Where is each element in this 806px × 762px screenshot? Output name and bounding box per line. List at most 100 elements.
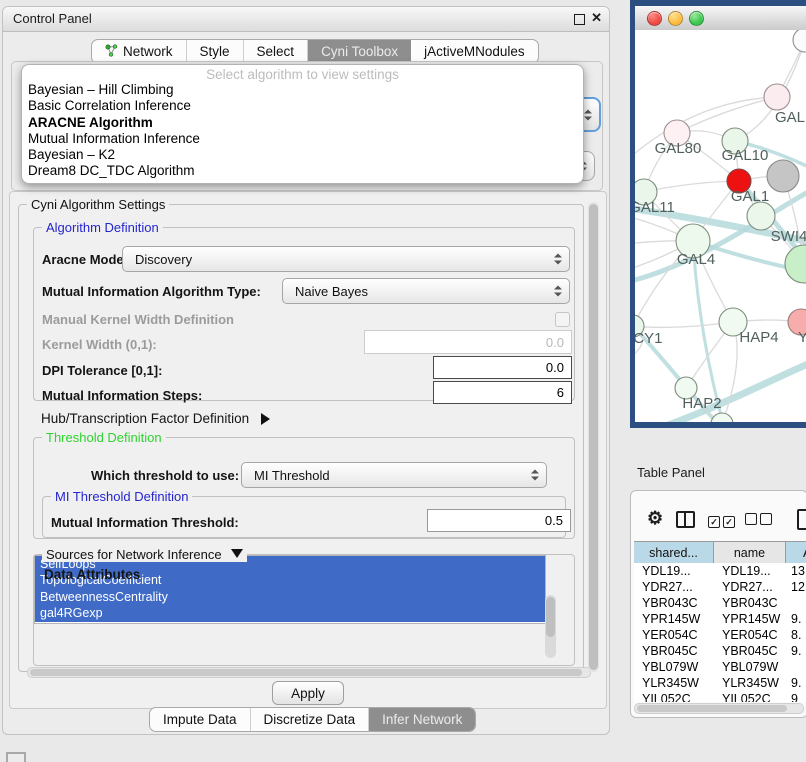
mi-type-value: Naive Bayes [295,284,368,299]
mi-threshold-field[interactable]: 0.5 [427,509,571,532]
sources-group: Sources for Network Inference Data Attri… [33,554,575,666]
threshold-definition-title: Threshold Definition [42,430,166,445]
attribute-item-gal4rgexp[interactable]: gal4RGexp [35,605,545,621]
table-row[interactable]: YPR145WYPR145W9. [634,611,806,627]
close-traffic-light-icon[interactable] [647,11,662,26]
combo-spinner-icon [554,286,562,297]
close-window-icon[interactable]: ✕ [591,10,602,26]
table-cell: YDL19... [714,563,786,579]
tab-jactivemnodules[interactable]: jActiveMNodules [411,40,538,63]
table-cell: YBL079W [634,659,714,675]
network-node[interactable] [785,245,806,283]
select-all-columns-icon[interactable]: ✓✓ [708,512,738,530]
data-attributes-list[interactable]: SelfLoopsTopologicalCoefficientBetweenne… [34,555,546,624]
table-row[interactable]: YDL19...YDL19...13 [634,563,806,579]
which-threshold-combobox[interactable]: MI Threshold [241,462,547,488]
dpi-tolerance-value: 0.0 [546,360,564,375]
tab-label: Discretize Data [264,712,356,727]
tab-network[interactable]: Network [92,40,187,63]
tab-select[interactable]: Select [244,40,309,63]
table-cell: YLR345W [714,675,786,691]
network-edge [635,322,733,327]
table-cell: YIL052C [714,691,786,702]
table-panel: ⚙ ✓✓ shared...nameA YDL19...YDL19...13YD… [630,490,806,718]
algorithm-dropdown-placeholder: Select algorithm to view settings [22,67,583,82]
aracne-mode-value: Discovery [135,252,192,267]
table-row[interactable]: YER054CYER054C8. [634,627,806,643]
dpi-tolerance-field[interactable]: 0.0 [433,356,572,379]
aracne-mode-combobox[interactable]: Discovery [122,246,570,272]
mi-threshold-group: MI Threshold Definition Mutual Informati… [42,496,566,538]
network-edge [677,97,777,133]
node-label: GAL [775,109,805,126]
table-row[interactable]: YBL079WYBL079W [634,659,806,675]
table-row[interactable]: YIL052CYIL052C9 [634,691,806,702]
unchecked-checkbox-icon [760,513,772,525]
minimized-panel-chip[interactable] [6,752,26,762]
manual-kernel-checkbox[interactable] [555,312,570,327]
apply-button[interactable]: Apply [272,681,344,705]
screen: Control Panel ✕ Network Style SelectCyni T… [0,0,806,762]
settings-hscrollbar[interactable] [27,667,591,678]
mi-type-combobox[interactable]: Naive Bayes [282,278,570,304]
table-row[interactable]: YBR045CYBR045C9. [634,643,806,659]
control-panel-bottom-tabbar: Impute Data Discretize Data Infer Network [149,707,476,732]
tab-cyni-toolbox[interactable]: Cyni Toolbox [308,40,411,63]
network-graph: GALGAL80GAL10GAL1GAL11SWI4GAL4GCY1HAP4YH… [635,30,806,422]
attributes-vscrollbar[interactable] [545,595,556,658]
table-row[interactable]: YLR345WYLR345W9. [634,675,806,691]
settings-hscrollbar-thumb[interactable] [30,669,582,676]
attribute-item-betweennesscentrality[interactable]: BetweennessCentrality [35,589,545,605]
column-header-a[interactable]: A [786,542,806,564]
settings-vscrollbar-thumb[interactable] [589,204,598,670]
algorithm-option-mutual-information-inference[interactable]: Mutual Information Inference [22,131,583,147]
network-edge [722,322,737,422]
node-label: GAL80 [655,140,702,157]
kernel-width-field[interactable]: 0.0 [364,330,572,354]
algorithm-option-bayesian-hill-climbing[interactable]: Bayesian – Hill Climbing [22,82,583,98]
control-panel-title: Control Panel [13,11,92,26]
network-node[interactable] [767,160,799,192]
collapse-arrow-icon[interactable] [231,549,243,558]
cyni-algorithm-settings-title: Cyni Algorithm Settings [27,197,169,212]
float-window-icon[interactable] [574,14,585,25]
tab-discretize-data[interactable]: Discretize Data [251,708,370,731]
column-header-shared[interactable]: shared... [634,542,714,564]
network-node[interactable] [764,84,790,110]
node-label: HAP2 [682,395,721,412]
network-view-window: GALGAL80GAL10GAL1GAL11SWI4GAL4GCY1HAP4YH… [630,0,806,428]
tab-infer-network[interactable]: Infer Network [369,708,475,731]
hub-definition-expander[interactable]: Hub/Transcription Factor Definition [41,411,270,426]
tab-style[interactable]: Style [187,40,244,63]
threshold-definition-group: Threshold Definition Which threshold to … [33,437,575,539]
network-node[interactable] [793,30,806,52]
table-cell: YER054C [634,627,714,643]
table-row[interactable]: YDR27...YDR27...12 [634,579,806,595]
algorithm-option-basic-correlation-inference[interactable]: Basic Correlation Inference [22,98,583,114]
gear-icon[interactable]: ⚙ [647,508,663,529]
table-hscrollbar[interactable] [634,703,804,714]
table-row[interactable]: YBR043CYBR043C [634,595,806,611]
mi-steps-field[interactable]: 6 [433,381,572,404]
network-node[interactable] [747,202,775,230]
tab-impute-data[interactable]: Impute Data [150,708,251,731]
minimize-traffic-light-icon[interactable] [668,11,683,26]
column-header-name[interactable]: name [714,542,786,564]
zoom-traffic-light-icon[interactable] [689,11,704,26]
export-table-icon[interactable] [797,509,806,530]
tab-label: Style [200,44,230,59]
algorithm-definition-group: Algorithm Definition Aracne Mode: Discov… [33,227,575,401]
algorithm-option-bayesian-k2[interactable]: Bayesian – K2 [22,147,583,163]
cyni-algorithm-settings-group: Cyni Algorithm Settings Algorithm Defini… [18,204,584,672]
attributes-vscrollbar-thumb[interactable] [546,597,555,637]
which-threshold-label: Which threshold to use: [91,468,239,483]
combo-spinner-icon [584,109,592,120]
network-canvas[interactable]: GALGAL80GAL10GAL1GAL11SWI4GAL4GCY1HAP4YH… [635,30,806,422]
deselect-all-columns-icon[interactable] [745,512,775,530]
settings-vscrollbar[interactable] [588,202,599,672]
algorithm-option-dream8-dc-tdc-algorithm[interactable]: Dream8 DC_TDC Algorithm [22,163,583,179]
network-node[interactable] [711,413,733,422]
split-columns-icon[interactable] [676,511,695,528]
algorithm-option-aracne-algorithm[interactable]: ARACNE Algorithm [22,115,583,131]
table-hscrollbar-thumb[interactable] [637,705,787,712]
